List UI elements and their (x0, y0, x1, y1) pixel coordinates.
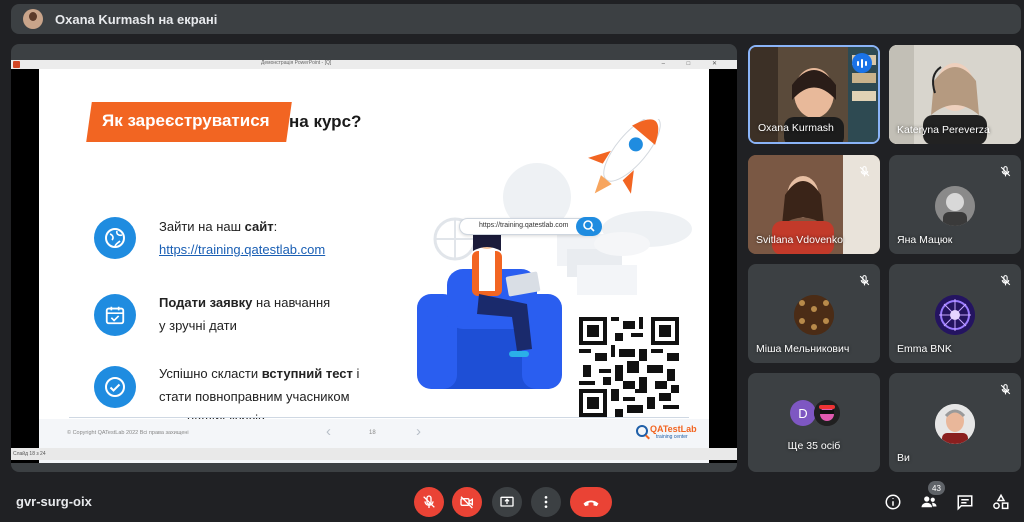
step3-c: і (352, 366, 360, 381)
chat-button[interactable] (954, 491, 976, 513)
activities-button[interactable] (990, 491, 1012, 513)
step2-line2: у зручні дати (159, 318, 237, 333)
participant-name: Emma BNK (897, 343, 952, 355)
step3-a: Успішно скласти (159, 366, 262, 381)
participant-name: Kateryna Pereverza (897, 124, 990, 136)
avatar (935, 186, 975, 226)
meeting-details-button[interactable] (882, 491, 904, 513)
slide-page-number: 18 (369, 430, 376, 436)
mic-toggle-button[interactable] (414, 487, 444, 517)
presenting-title: Oxana Kurmash на екрані (55, 11, 218, 27)
mic-off-icon (856, 272, 872, 288)
mic-off-icon (856, 163, 872, 179)
qr-code-icon (579, 317, 679, 417)
step2-rest: на навчання (252, 295, 331, 310)
avatar (814, 400, 840, 426)
slide-footer-divider (69, 417, 689, 418)
present-screen-button[interactable] (492, 487, 522, 517)
slide-status-text: Слайд 18 з 24 (13, 451, 46, 457)
step3-line2: стати повноправним учасником (159, 389, 350, 404)
participant-tile[interactable]: Яна Мацюк (889, 155, 1021, 254)
participant-name: Ви (897, 452, 910, 464)
training-site-link[interactable]: https://training.qatestlab.com (159, 242, 325, 257)
avatar (935, 295, 975, 335)
mic-off-icon (423, 495, 435, 508)
participant-name: Міша Мельникович (756, 343, 850, 355)
presentation-stage[interactable]: Демонстрація PowerPoint - [Q] ‒ □ ✕ Як з… (11, 44, 737, 472)
illustration-search-url: https://training.qatestlab.com (479, 222, 569, 229)
mic-off-icon (997, 163, 1013, 179)
slide-title-rest: на курс? (289, 112, 362, 131)
slide-prev-chevron-icon[interactable]: ‹ (326, 423, 331, 440)
step1-bold: сайт (244, 219, 274, 234)
presenting-banner: Oxana Kurmash на екрані (11, 4, 1021, 34)
step2-text: Подати заявку на навчання у зручні дати (159, 291, 330, 337)
present-screen-icon (500, 496, 514, 507)
camera-toggle-button[interactable] (452, 487, 482, 517)
powerpoint-statusbar: Слайд 18 з 24 (11, 448, 737, 460)
speaking-indicator-icon (852, 53, 872, 73)
more-participants-tile[interactable]: D Ще 35 осіб (748, 373, 880, 472)
info-icon (885, 494, 901, 510)
participant-name: Oxana Kurmash (758, 122, 834, 134)
more-options-button[interactable] (531, 487, 561, 517)
calendar-icon (94, 294, 136, 336)
self-tile[interactable]: Ви (889, 373, 1021, 472)
participant-tile[interactable]: Oxana Kurmash (748, 45, 880, 144)
step1-label: Зайти на наш (159, 219, 245, 234)
check-circle-icon (94, 366, 136, 408)
powerpoint-icon (13, 61, 20, 68)
window-controls-icon: ‒ □ ✕ (661, 61, 727, 67)
participant-tile[interactable]: Міша Мельникович (748, 264, 880, 363)
meeting-code: gvr-surg-oix (16, 494, 92, 509)
more-participants-label: Ще 35 осіб (787, 440, 841, 452)
globe-icon (94, 217, 136, 259)
meet-window: Oxana Kurmash на екрані Демонстрація Pow… (0, 0, 1024, 522)
brand-subtitle: training center (656, 434, 688, 440)
letterbox-right (709, 69, 737, 463)
participants-count-badge: 43 (928, 481, 945, 495)
participant-name: Svitlana Vdovenko (756, 234, 843, 246)
powerpoint-titlebar: Демонстрація PowerPoint - [Q] ‒ □ ✕ (11, 60, 737, 69)
step1-colon: : (273, 219, 278, 234)
avatar (935, 404, 975, 444)
avatar: D (790, 400, 816, 426)
step2-bold: Подати заявку (159, 295, 253, 310)
slide-title-highlight: Як зареєструватися (102, 111, 270, 130)
more-vertical-icon (544, 496, 548, 508)
participant-name: Яна Мацюк (897, 234, 953, 246)
hang-up-icon (583, 500, 599, 507)
mic-off-icon (997, 272, 1013, 288)
camera-off-icon (460, 496, 473, 509)
chat-icon (957, 495, 973, 511)
letterbox-left (11, 69, 39, 463)
slide-copyright: © Copyright QATestLab 2022 Всі права зах… (67, 430, 189, 436)
leave-call-button[interactable] (570, 487, 612, 517)
powerpoint-window-title: Демонстрація PowerPoint - [Q] (261, 60, 332, 66)
step1-text: Зайти на наш сайт: https://training.qate… (159, 215, 325, 261)
slide: Як зареєструватися на курс? Зайти на наш… (39, 69, 709, 463)
participant-tile[interactable]: Emma BNK (889, 264, 1021, 363)
step3-bold: вступний тест (261, 366, 353, 381)
avatar (794, 295, 834, 335)
participant-tile[interactable]: Kateryna Pereverza (889, 45, 1021, 144)
brand-name: QATestLab (650, 424, 697, 434)
search-icon (576, 217, 602, 236)
people-icon (921, 496, 937, 508)
slide-next-chevron-icon[interactable]: › (416, 423, 421, 440)
activities-icon (993, 493, 1009, 510)
participant-tile[interactable]: Svitlana Vdovenko (748, 155, 880, 254)
qatestlab-logo-icon (636, 425, 648, 437)
presenter-avatar (23, 9, 43, 29)
mic-off-icon (997, 381, 1013, 397)
